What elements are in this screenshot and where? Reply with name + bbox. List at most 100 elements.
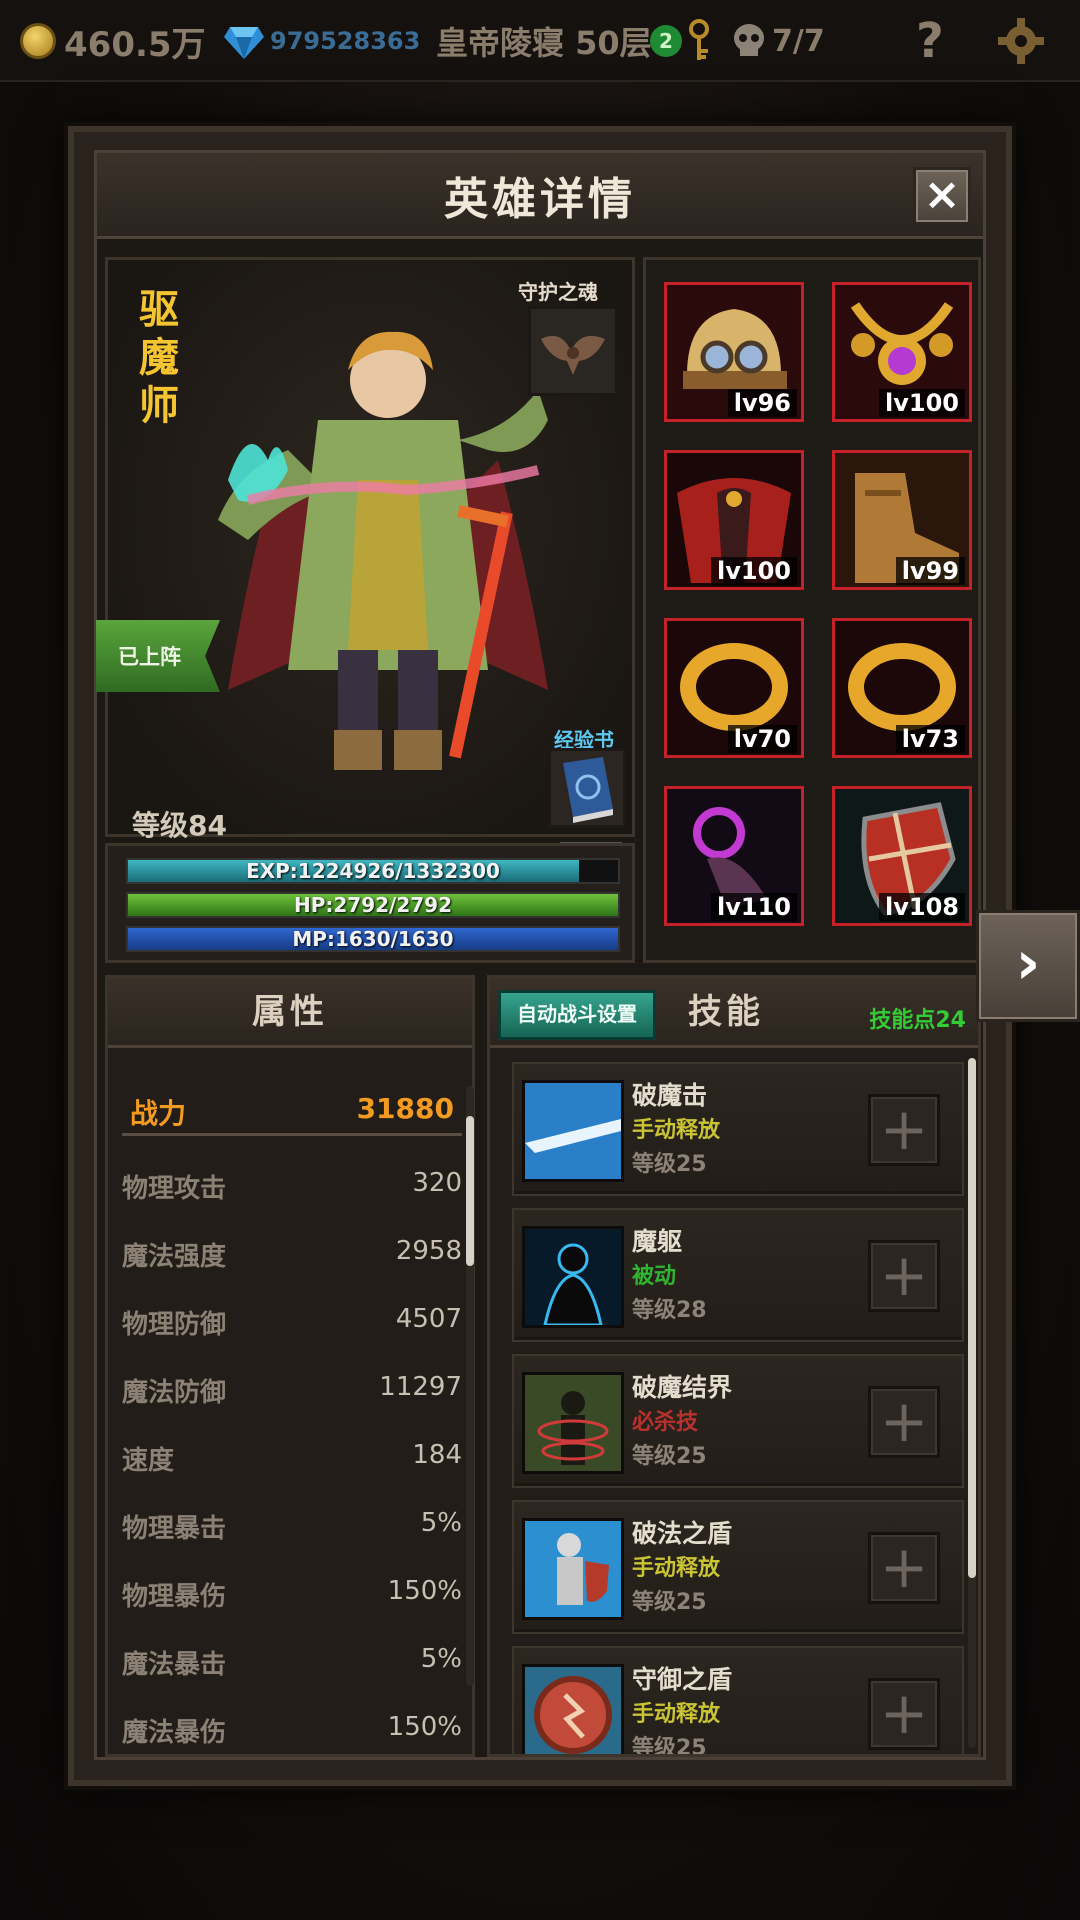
upgrade-skill-button[interactable]: + (868, 1094, 940, 1166)
guard-soul-label: 守护之魂 (518, 280, 598, 304)
top-resource-bar: 460.5万 979528363 皇帝陵寝 50层 2 7/7 ? (0, 0, 1080, 82)
exp-bar: EXP:1224926/1332300 (126, 858, 620, 884)
skill-icon (522, 1664, 624, 1754)
hero-portrait-image (218, 331, 548, 770)
skill-level: 等级25 (632, 1444, 707, 1469)
attr-row: 速度 184 (122, 1432, 462, 1476)
equip-slot-1[interactable]: lv96 (664, 282, 804, 422)
book-icon (563, 757, 613, 823)
attributes-panel: 属性 战力 31880 物理攻击 320 魔法强度 2958 物理防御 4507 魔法… (105, 975, 475, 1757)
skill-card[interactable]: 破法之盾 手动释放 等级25 + (512, 1500, 964, 1634)
next-hero-button[interactable]: › (976, 910, 1080, 1022)
skill-icon (522, 1372, 624, 1474)
skill-level: 等级25 (632, 1152, 707, 1177)
equip-slot-7[interactable]: lv110 (664, 786, 804, 926)
deployed-tag: 已上阵 (96, 620, 220, 692)
status-bars: EXP:1224926/1332300 HP:2792/2792 MP:1630… (105, 843, 635, 963)
upgrade-skill-button[interactable]: + (868, 1678, 940, 1750)
skill-card[interactable]: 守御之盾 手动释放 等级25 + (512, 1646, 964, 1754)
attr-value: 150% (387, 1712, 462, 1742)
skills-scroll-thumb[interactable] (968, 1058, 976, 1578)
gold-coin-icon (20, 23, 56, 59)
attr-value: 320 (412, 1168, 462, 1198)
attr-row: 魔法暴击 5% (122, 1636, 462, 1680)
game-screen: 460.5万 979528363 皇帝陵寝 50层 2 7/7 ? 英雄详情 ×… (0, 0, 1080, 1920)
dialog-title: 英雄详情 (444, 173, 636, 225)
stage-label: 皇帝陵寝 50层 (436, 24, 652, 62)
attr-row: 魔法强度 2958 (122, 1228, 462, 1272)
knight-shield-icon (525, 1521, 621, 1617)
attributes-scroll-thumb[interactable] (466, 1116, 474, 1266)
skill-icon (522, 1518, 624, 1620)
attributes-scrollbar[interactable] (466, 1086, 474, 1686)
skill-points: 技能点24 (869, 1008, 966, 1033)
attr-label: 物理攻击 (122, 1174, 227, 1204)
attributes-header: 属性 (108, 978, 472, 1048)
skill-card[interactable]: 破魔击 手动释放 等级25 + (512, 1062, 964, 1196)
hero-level: 等级84 (132, 809, 227, 842)
hp-bar: HP:2792/2792 (126, 892, 620, 918)
attr-value: 4507 (395, 1304, 462, 1334)
skills-header: 技能 (688, 992, 764, 1032)
equip-slot-4[interactable]: lv99 (832, 450, 972, 590)
guard-soul-slot[interactable] (528, 306, 618, 396)
shadow-figure-icon (525, 1229, 621, 1325)
attr-label: 魔法暴击 (122, 1650, 227, 1680)
skills-header-bar: 自动战斗设置 技能 技能点24 (490, 978, 978, 1048)
upgrade-skill-button[interactable]: + (868, 1386, 940, 1458)
exp-bar-text: EXP:1224926/1332300 (246, 859, 500, 883)
upgrade-skill-button[interactable]: + (868, 1240, 940, 1312)
skill-level: 等级25 (632, 1590, 707, 1615)
equip-level: lv96 (727, 389, 797, 417)
attr-label: 魔法暴伤 (122, 1718, 227, 1748)
auto-battle-settings-button[interactable]: 自动战斗设置 (498, 990, 656, 1040)
dialog-title-bar: 英雄详情 × (97, 153, 983, 239)
attr-value: 184 (412, 1440, 462, 1470)
gear-icon (998, 18, 1044, 64)
skills-scrollbar[interactable] (968, 1058, 976, 1748)
gold-amount: 460.5万 (64, 24, 206, 65)
skills-panel: 自动战斗设置 技能 技能点24 破魔击 手动释放 等级25 + 魔躯 被动 等级… (487, 975, 981, 1757)
equip-slot-2[interactable]: lv100 (832, 282, 972, 422)
attr-label: 物理暴击 (122, 1514, 227, 1544)
skill-type: 手动释放 (632, 1702, 721, 1727)
exp-book-slot[interactable] (548, 748, 626, 828)
attr-label: 魔法防御 (122, 1378, 227, 1408)
skill-type: 手动释放 (632, 1556, 721, 1581)
skill-name: 魔躯 (632, 1227, 683, 1256)
attr-row: 魔法暴伤 150% (122, 1704, 462, 1748)
help-button[interactable]: ? (916, 0, 944, 82)
equip-slot-5[interactable]: lv70 (664, 618, 804, 758)
skill-card[interactable]: 魔躯 被动 等级28 + (512, 1208, 964, 1342)
equip-level: lv100 (711, 557, 797, 585)
equip-slot-8[interactable]: lv108 (832, 786, 972, 926)
attr-label: 魔法强度 (122, 1242, 227, 1272)
blade-slash-icon (525, 1083, 621, 1179)
skull-icon (734, 24, 764, 56)
skill-name: 破法之盾 (632, 1519, 733, 1548)
equip-level: lv99 (895, 557, 965, 585)
attr-value: 11297 (379, 1372, 462, 1402)
upgrade-skill-button[interactable]: + (868, 1532, 940, 1604)
key-count-badge: 2 (650, 25, 682, 57)
skill-card[interactable]: 破魔结界 必杀技 等级25 + (512, 1354, 964, 1488)
skill-type: 被动 (632, 1264, 677, 1289)
skill-list: 破魔击 手动释放 等级25 + 魔躯 被动 等级28 + 破魔结界 必杀技 等级… (496, 1062, 964, 1754)
combat-power-value: 31880 (356, 1092, 454, 1125)
skill-name: 破魔结界 (632, 1373, 733, 1402)
attr-label: 速度 (122, 1446, 175, 1476)
gold-display: 460.5万 (20, 0, 206, 82)
bat-icon (541, 335, 605, 375)
equip-level: lv110 (711, 893, 797, 921)
skill-name: 守御之盾 (632, 1665, 733, 1694)
attr-value: 2958 (395, 1236, 462, 1266)
gem-amount: 979528363 (270, 27, 421, 55)
skill-level: 等级28 (632, 1298, 707, 1323)
settings-button[interactable] (996, 0, 1046, 82)
close-button[interactable]: × (913, 167, 971, 225)
equip-level: lv108 (879, 893, 965, 921)
equip-level: lv100 (879, 389, 965, 417)
equip-level: lv70 (727, 725, 797, 753)
equip-slot-3[interactable]: lv100 (664, 450, 804, 590)
equip-slot-6[interactable]: lv73 (832, 618, 972, 758)
